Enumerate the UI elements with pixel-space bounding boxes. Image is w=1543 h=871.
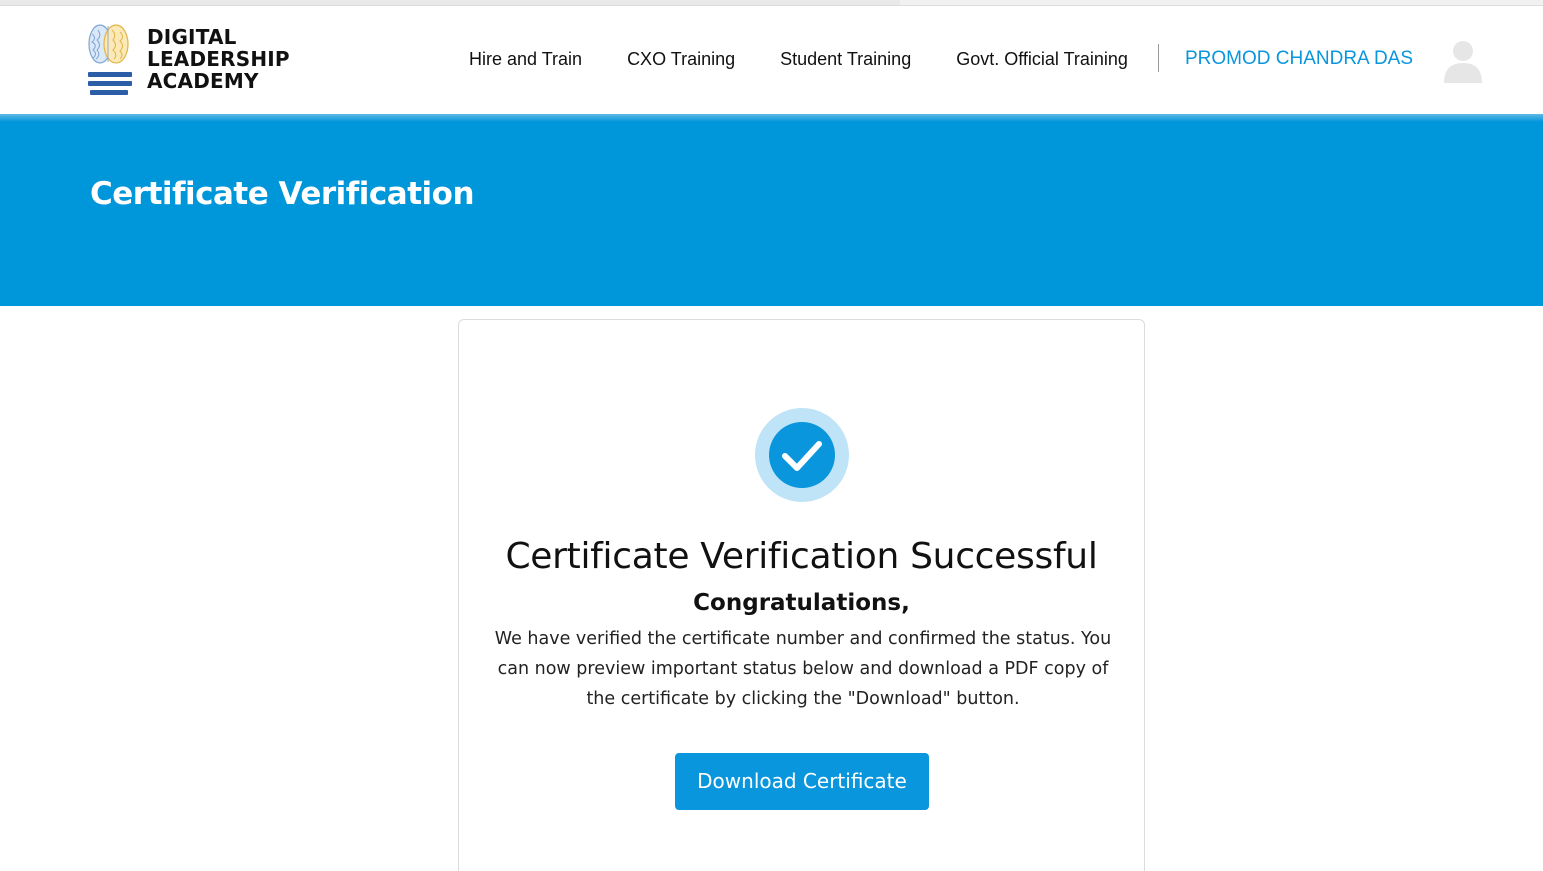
logo-wordmark: DIGITAL LEADERSHIP ACADEMY — [147, 26, 290, 92]
user-name-link[interactable]: PROMOD CHANDRA DAS — [1185, 48, 1413, 70]
nav-hire-and-train[interactable]: Hire and Train — [469, 49, 582, 70]
page-title: Certificate Verification — [90, 176, 475, 212]
download-certificate-button[interactable]: Download Certificate — [675, 753, 929, 810]
nav-divider — [1158, 44, 1159, 72]
verification-card: Certificate Verification Successful Cong… — [458, 319, 1145, 871]
user-avatar-icon[interactable] — [1443, 39, 1483, 83]
logo-line-2: LEADERSHIP — [147, 47, 290, 71]
check-circle-icon — [755, 408, 849, 502]
nav-cxo-training[interactable]: CXO Training — [627, 49, 735, 70]
site-logo[interactable]: DIGITAL LEADERSHIP ACADEMY — [86, 22, 290, 100]
main-nav: Hire and Train CXO Training Student Trai… — [469, 46, 1128, 72]
brain-logo-icon — [86, 22, 134, 100]
congratulations-heading: Congratulations, — [693, 590, 910, 616]
nav-govt-official-training[interactable]: Govt. Official Training — [956, 49, 1128, 70]
page-banner: Certificate Verification — [0, 114, 1543, 306]
site-header: DIGITAL LEADERSHIP ACADEMY Hire and Trai… — [0, 6, 1543, 114]
page-load-bar — [0, 0, 900, 5]
nav-student-training[interactable]: Student Training — [780, 49, 911, 70]
logo-line-3: ACADEMY — [147, 69, 259, 93]
verification-message: We have verified the certificate number … — [494, 629, 1112, 709]
verification-status-title: Certificate Verification Successful — [505, 536, 1098, 577]
logo-line-1: DIGITAL — [147, 25, 237, 49]
banner-shadow — [0, 114, 1543, 122]
